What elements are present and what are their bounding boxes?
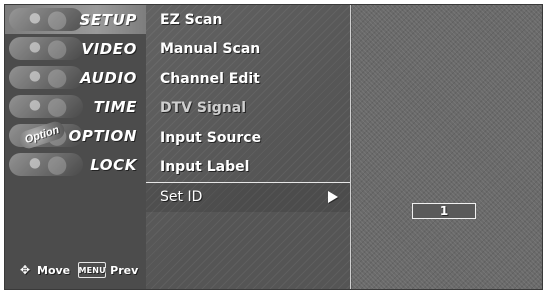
legend-move: ✥ Move	[17, 262, 70, 278]
setup-menu: EZ Scan Manual Scan Channel Edit DTV Sig…	[146, 5, 351, 289]
menu-item-label: Set ID	[160, 189, 203, 206]
set-id-value: 1	[439, 204, 449, 218]
sidebar-item-label: AUDIO	[80, 68, 137, 87]
sidebar-item-setup[interactable]: SETUP	[5, 5, 146, 34]
menu-item-label: Input Source	[160, 129, 262, 146]
menu-item-label: Manual Scan	[160, 41, 261, 58]
sidebar-item-label: LOCK	[90, 155, 137, 174]
sidebar: SETUP VIDEO AUDIO TIME Option OPTION LOC…	[5, 5, 147, 289]
sidebar-item-label: OPTION	[68, 126, 137, 145]
sidebar-item-label: TIME	[93, 97, 137, 116]
menu-item-channel-edit[interactable]: Channel Edit	[146, 64, 350, 94]
dpad-icon: ✥	[19, 263, 31, 277]
navigation-legend: ✥ Move MENU Prev	[5, 261, 146, 279]
menu-item-label: EZ Scan	[160, 11, 223, 28]
menu-key-icon: MENU	[78, 262, 107, 278]
legend-prev-label: Prev	[110, 263, 139, 277]
menu-item-set-id[interactable]: Set ID	[146, 182, 350, 212]
legend-prev: MENU Prev	[78, 262, 138, 278]
menu-item-ez-scan[interactable]: EZ Scan	[146, 5, 350, 35]
menu-item-input-label[interactable]: Input Label	[146, 153, 350, 183]
sidebar-item-audio[interactable]: AUDIO	[5, 63, 146, 92]
menu-item-manual-scan[interactable]: Manual Scan	[146, 35, 350, 65]
video-icon	[9, 37, 83, 60]
setup-icon	[9, 8, 83, 31]
arrow-right-icon	[328, 191, 338, 204]
sidebar-item-label: SETUP	[79, 10, 137, 29]
lock-icon	[9, 153, 83, 176]
sidebar-item-label: VIDEO	[81, 39, 137, 58]
legend-move-label: Move	[37, 263, 71, 277]
sidebar-item-video[interactable]: VIDEO	[5, 34, 146, 63]
menu-item-dtv-signal[interactable]: DTV Signal	[146, 94, 350, 124]
set-id-value-box[interactable]: 1	[412, 203, 476, 219]
menu-item-label: Input Label	[160, 159, 250, 176]
tv-screen: SETUP VIDEO AUDIO TIME Option OPTION LOC…	[0, 0, 547, 296]
sidebar-item-lock[interactable]: LOCK	[5, 150, 146, 179]
menu-item-input-source[interactable]: Input Source	[146, 123, 350, 153]
time-icon	[9, 95, 83, 118]
menu-item-label: DTV Signal	[160, 100, 246, 117]
setting-panel: 1	[352, 5, 542, 289]
sidebar-item-time[interactable]: TIME	[5, 92, 146, 121]
tv-osd-menu: SETUP VIDEO AUDIO TIME Option OPTION LOC…	[4, 4, 543, 290]
audio-icon	[9, 66, 83, 89]
menu-item-label: Channel Edit	[160, 70, 260, 87]
sidebar-item-option[interactable]: Option OPTION	[5, 119, 146, 151]
